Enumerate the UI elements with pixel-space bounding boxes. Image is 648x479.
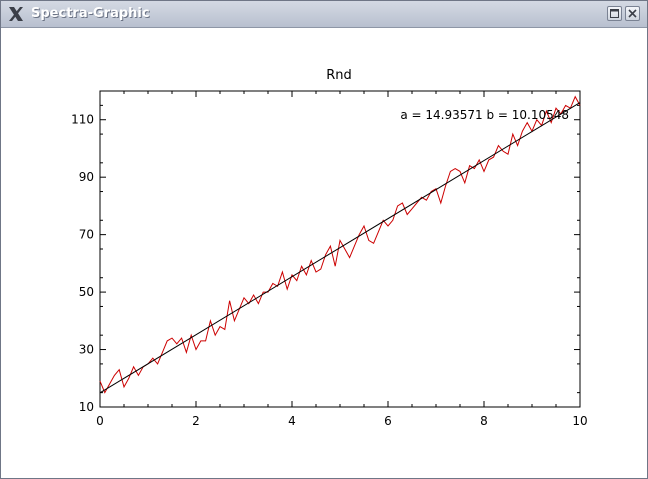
x-tick-label: 8 — [480, 414, 488, 428]
close-button[interactable] — [625, 6, 640, 21]
y-tick-label: 50 — [79, 285, 94, 299]
x-tick-label: 4 — [288, 414, 296, 428]
data-series-line — [99, 95, 581, 394]
x-tick-label: 10 — [572, 414, 587, 428]
chart-title: Rnd — [326, 68, 352, 83]
plot-border — [99, 90, 581, 408]
line-chart: Rnd 10 30 50 70 90 110 0 2 4 6 8 10 a = 14.93571 b… — [71, 68, 588, 428]
y-tick-label: 110 — [71, 113, 94, 127]
x-axis: 0 2 4 6 8 10 — [96, 91, 588, 428]
fit-line — [99, 102, 581, 394]
x-tick-label: 0 — [96, 414, 104, 428]
x-tick-label: 6 — [384, 414, 392, 428]
series-layer — [99, 95, 581, 394]
x-logo-icon[interactable] — [7, 5, 25, 23]
maximize-button[interactable] — [607, 6, 622, 21]
title-bar[interactable]: Spectra-Graphic — [1, 1, 647, 28]
y-tick-label: 30 — [79, 343, 94, 357]
y-tick-label: 10 — [79, 400, 94, 414]
window-title: Spectra-Graphic — [31, 6, 150, 21]
y-tick-label: 90 — [79, 170, 94, 184]
x-tick-label: 2 — [192, 414, 200, 428]
plot-frame — [99, 90, 581, 408]
y-tick-label: 70 — [79, 228, 94, 242]
fit-annotation: a = 14.93571 b = 10.10548 — [400, 108, 569, 122]
